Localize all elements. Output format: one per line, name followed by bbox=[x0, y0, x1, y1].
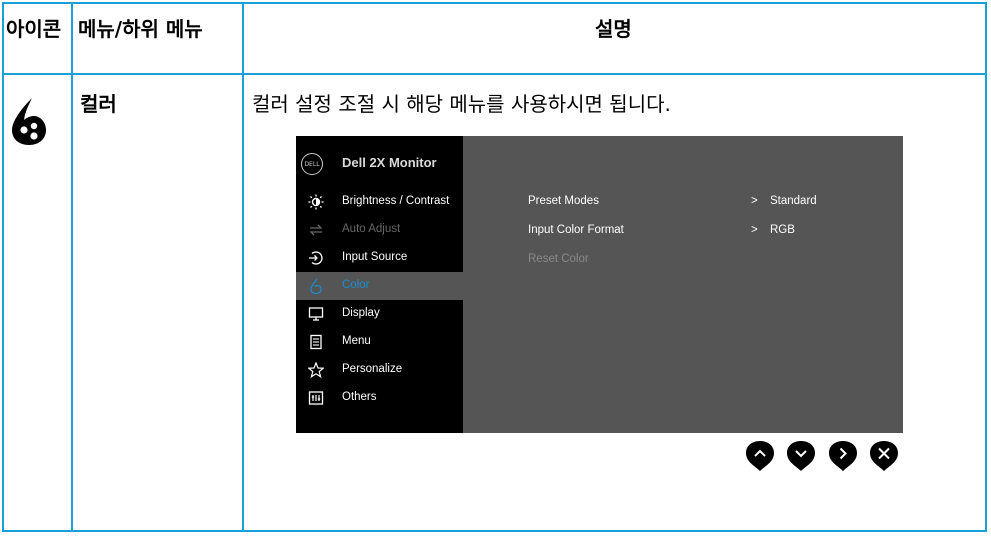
osd-window: DELL Dell 2X Monitor Brightness / Contra… bbox=[296, 136, 903, 433]
auto-adjust-icon bbox=[309, 224, 323, 236]
down-icon[interactable] bbox=[786, 440, 816, 472]
menu-description: 컬러 설정 조절 시 해당 메뉴를 사용하시면 됩니다. bbox=[252, 92, 671, 116]
option-arrow: > bbox=[751, 195, 758, 207]
right-icon[interactable] bbox=[828, 440, 858, 472]
display-icon bbox=[308, 307, 324, 321]
dell-logo: DELL bbox=[301, 153, 323, 175]
brightness-icon bbox=[308, 194, 324, 210]
osd-menu-color[interactable]: Color bbox=[296, 272, 463, 300]
osd-menu-input-source[interactable]: Input Source bbox=[296, 244, 463, 272]
osd-menu-label: Brightness / Contrast bbox=[342, 195, 450, 207]
others-icon bbox=[308, 391, 324, 405]
osd-menu-label: Menu bbox=[342, 335, 371, 347]
osd-header: DELL Dell 2X Monitor bbox=[296, 136, 903, 192]
osd-menu-menu[interactable]: Menu bbox=[296, 328, 463, 356]
header-icon: 아이콘 bbox=[6, 17, 62, 41]
osd-menu-personalize[interactable]: Personalize bbox=[296, 356, 463, 384]
osd-menu-auto-adjust[interactable]: Auto Adjust bbox=[296, 216, 463, 244]
color-icon bbox=[310, 278, 322, 294]
column-divider bbox=[71, 4, 73, 530]
option-arrow: > bbox=[751, 224, 758, 236]
close-icon[interactable] bbox=[869, 440, 899, 472]
menu-name: 컬러 bbox=[80, 92, 117, 116]
osd-menu-label: Input Source bbox=[342, 251, 408, 263]
osd-menu-brightness-contrast[interactable]: Brightness / Contrast bbox=[296, 188, 463, 216]
osd-menu-label: Others bbox=[342, 391, 377, 403]
input-source-icon bbox=[309, 251, 323, 265]
header-menu: 메뉴/하위 메뉴 bbox=[78, 17, 203, 41]
header-description: 설명 bbox=[595, 17, 632, 41]
up-icon[interactable] bbox=[745, 440, 775, 472]
osd-title: Dell 2X Monitor bbox=[342, 155, 437, 170]
menu-icon bbox=[310, 334, 322, 350]
header-divider bbox=[4, 73, 985, 75]
osd-menu-others[interactable]: Others bbox=[296, 384, 463, 412]
option-value: Standard bbox=[770, 195, 817, 207]
option-value: RGB bbox=[770, 224, 795, 236]
option-reset-color[interactable]: Reset Color bbox=[528, 253, 589, 265]
color-drop-icon bbox=[12, 98, 46, 145]
osd-menu-display[interactable]: Display bbox=[296, 300, 463, 328]
osd-menu-label: Auto Adjust bbox=[342, 223, 401, 235]
option-preset-modes[interactable]: Preset Modes bbox=[528, 195, 599, 207]
osd-menu-label: Personalize bbox=[342, 363, 403, 375]
option-input-color-format[interactable]: Input Color Format bbox=[528, 224, 624, 236]
osd-menu-label: Color bbox=[342, 279, 370, 291]
star-icon bbox=[308, 362, 324, 378]
osd-menu-label: Display bbox=[342, 307, 380, 319]
column-divider bbox=[242, 4, 244, 530]
